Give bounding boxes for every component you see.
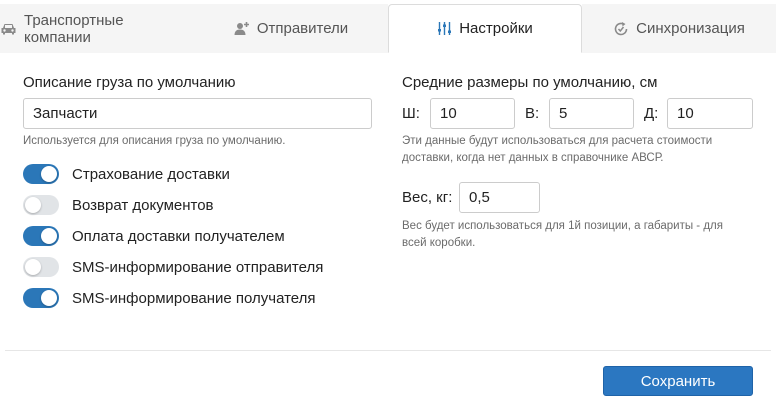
length-input[interactable] xyxy=(667,98,753,129)
toggle-row-sms-sender: SMS-информирование отправителя xyxy=(23,256,323,278)
insurance-toggle[interactable] xyxy=(23,164,59,184)
weight-input[interactable] xyxy=(459,182,540,213)
toggle-row-sms-recipient: SMS-информирование получателя xyxy=(23,287,316,309)
settings-panel: Описание груза по умолчанию Используется… xyxy=(5,53,771,409)
weight-hint-line-1: Вес будет использоваться для 1й позиции,… xyxy=(402,220,723,232)
sync-icon xyxy=(613,21,629,37)
height-label: В: xyxy=(525,105,540,122)
tab-settings-label: Настройки xyxy=(459,20,533,37)
recipient-pays-toggle-label: Оплата доставки получателем xyxy=(72,227,285,245)
sms-sender-toggle-label: SMS-информирование отправителя xyxy=(72,258,324,276)
dimensions-title: Средние размеры по умолчанию, см xyxy=(402,74,658,91)
tab-transport-companies-label: Транспортные компании xyxy=(24,11,124,46)
cargo-description-title: Описание груза по умолчанию xyxy=(23,74,236,91)
toggle-row-document-return: Возврат документов xyxy=(23,194,214,216)
dimensions-hint-line-1: Эти данные будут использоваться для расч… xyxy=(402,135,713,147)
footer-divider xyxy=(5,350,771,351)
tab-senders[interactable]: Отправители xyxy=(194,4,388,53)
width-input[interactable] xyxy=(430,98,515,129)
insurance-toggle-label: Страхование доставки xyxy=(72,165,230,183)
cargo-description-hint: Используется для описания груза по умолч… xyxy=(23,135,286,147)
sms-recipient-toggle[interactable] xyxy=(23,288,59,308)
toggle-knob xyxy=(41,290,57,306)
tab-settings[interactable]: Настройки xyxy=(388,4,582,53)
user-add-icon xyxy=(234,21,250,36)
toggle-knob xyxy=(25,259,41,275)
cargo-description-input[interactable] xyxy=(23,98,372,129)
document-return-toggle[interactable] xyxy=(23,195,59,215)
tab-synchronization[interactable]: Синхронизация xyxy=(582,4,776,53)
width-label: Ш: xyxy=(402,105,420,122)
sms-sender-toggle[interactable] xyxy=(23,257,59,277)
toggle-row-insurance: Страхование доставки xyxy=(23,163,230,185)
save-button[interactable]: Сохранить xyxy=(603,366,753,396)
height-input[interactable] xyxy=(549,98,634,129)
tab-transport-companies[interactable]: Транспортные компании xyxy=(0,4,194,53)
tab-senders-label: Отправители xyxy=(256,20,349,37)
tab-bar: Транспортные компании Отправители Настро… xyxy=(0,0,776,53)
sliders-icon xyxy=(437,21,452,36)
dimensions-hint-line-2: доставки, когда нет данных в справочнике… xyxy=(402,152,664,164)
toggle-row-recipient-pays: Оплата доставки получателем xyxy=(23,225,285,247)
toggle-knob xyxy=(41,228,57,244)
toggle-knob xyxy=(41,166,57,182)
sms-recipient-toggle-label: SMS-информирование получателя xyxy=(72,289,316,307)
document-return-toggle-label: Возврат документов xyxy=(72,196,214,214)
tab-synchronization-label: Синхронизация xyxy=(636,20,745,37)
car-icon xyxy=(0,22,17,36)
weight-label: Вес, кг: xyxy=(402,189,453,206)
weight-hint-line-2: всей коробки. xyxy=(402,237,476,249)
length-label: Д: xyxy=(644,105,659,122)
recipient-pays-toggle[interactable] xyxy=(23,226,59,246)
toggle-knob xyxy=(25,197,41,213)
